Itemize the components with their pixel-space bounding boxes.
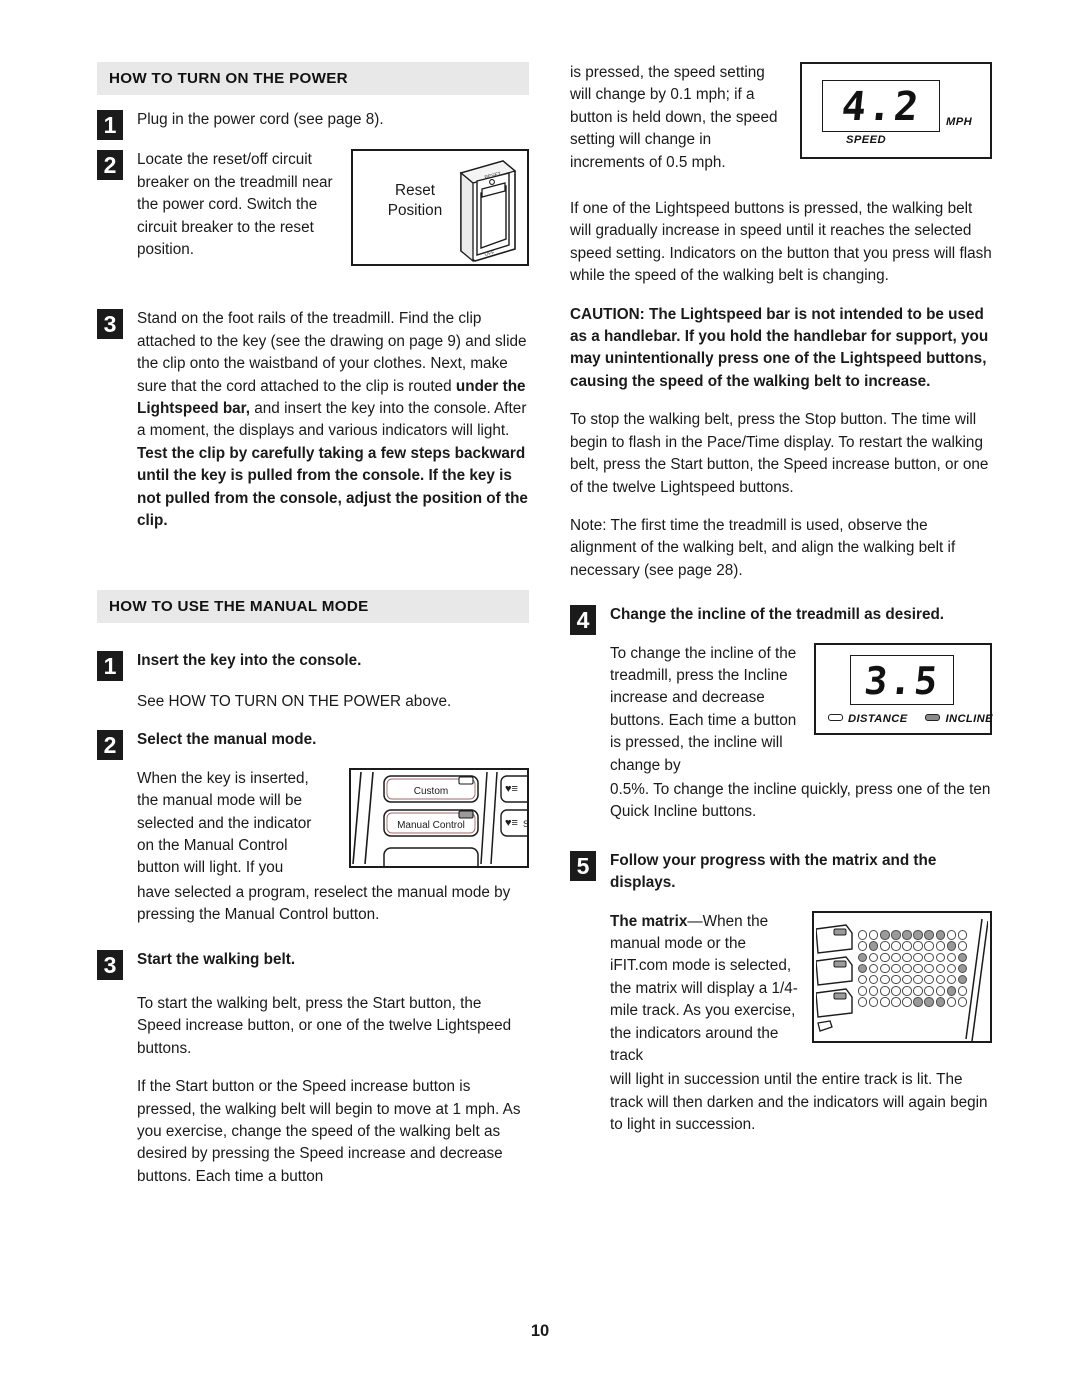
matrix-dot-unlit xyxy=(902,997,912,1007)
matrix-row xyxy=(858,994,969,1007)
section-heading-power: HOW TO TURN ON THE POWER xyxy=(97,62,529,95)
step-number-badge: 3 xyxy=(97,309,123,340)
speed-display-figure: 4.2 MPH SPEED xyxy=(800,62,992,159)
svg-text:♥≡: ♥≡ xyxy=(505,817,518,829)
matrix-row xyxy=(858,938,969,951)
step-power-1-text: Plug in the power cord (see page 8). xyxy=(137,111,384,128)
incline-value: 3.5 xyxy=(862,658,942,703)
matrix-dot-unlit xyxy=(869,997,879,1007)
console-diagram-icon: Custom Manual Control ♥≡ ♥≡ S xyxy=(352,771,527,866)
step-right-4-body-narrow: To change the incline of the treadmill, … xyxy=(610,644,797,774)
step-right-5-bold: The matrix xyxy=(610,912,688,930)
matrix-right-edge-icon xyxy=(965,918,988,1041)
step-power-1: 1 Plug in the power cord (see page 8). xyxy=(97,109,529,140)
incline-indicator-row: DISTANCE INCLINE xyxy=(828,709,993,727)
svg-text:Custom: Custom xyxy=(414,786,448,797)
left-column: HOW TO TURN ON THE POWER 1 Plug in the p… xyxy=(97,62,529,1204)
step-number-badge: 5 xyxy=(570,850,596,881)
step-manual-3-body-2: If the Start button or the Speed increas… xyxy=(137,1078,521,1185)
manual-page: HOW TO TURN ON THE POWER 1 Plug in the p… xyxy=(0,0,1080,1397)
matrix-row xyxy=(858,971,969,985)
right-para-continued: is pressed, the speed setting will chang… xyxy=(570,64,778,171)
svg-text:Manual Control: Manual Control xyxy=(397,820,465,831)
step-manual-3: 3 Start the walking belt. xyxy=(97,949,529,980)
matrix-row xyxy=(858,983,969,996)
section-heading-manual-mode: HOW TO USE THE MANUAL MODE xyxy=(97,590,529,624)
incline-display-figure: 3.5 DISTANCE INCLINE xyxy=(814,642,993,735)
incline-lcd-box: 3.5 xyxy=(850,654,954,705)
step-number-badge: 4 xyxy=(570,605,596,636)
step-number-badge: 1 xyxy=(97,651,123,682)
step-power-2-text: Locate the reset/off circuit breaker on … xyxy=(137,151,333,259)
step-right-5-narrow-text: —When the manual mode or the iFIT.com mo… xyxy=(610,912,798,1065)
speed-value: 4.2 xyxy=(839,84,923,130)
speed-lcd-box: 4.2 xyxy=(822,80,940,132)
matrix-side-buttons-icon xyxy=(816,923,853,1032)
matrix-dot-grid xyxy=(858,927,969,1007)
step-manual-1-body: See HOW TO TURN ON THE POWER above. xyxy=(137,692,452,710)
step-manual-2-body-wide: have selected a program, reselect the ma… xyxy=(137,883,511,924)
step-manual-1-title: Insert the key into the console. xyxy=(137,652,362,670)
speed-unit-label: MPH xyxy=(946,116,973,128)
step-manual-2: 2 Select the manual mode. xyxy=(97,729,529,761)
matrix-dot-unlit xyxy=(946,997,957,1007)
step-power-3: 3 Stand on the foot rails of the treadmi… xyxy=(97,308,529,532)
speed-caption-label: SPEED xyxy=(846,134,886,146)
step-right-5-title: Follow your progress with the matrix and… xyxy=(610,851,937,892)
svg-text:S: S xyxy=(523,819,527,829)
matrix-display-figure xyxy=(812,910,992,1043)
step-power-3-text: Stand on the foot rails of the treadmill… xyxy=(137,308,529,532)
step-number-badge: 2 xyxy=(97,150,123,181)
step-manual-2-body-narrow: When the key is inserted, the manual mod… xyxy=(137,769,312,877)
step-number-badge: 3 xyxy=(97,949,123,980)
matrix-dot-lit xyxy=(935,997,945,1007)
matrix-dot-lit xyxy=(924,997,934,1007)
svg-text:OFF: OFF xyxy=(484,250,495,258)
step-right-5-body-wide: will light in succession until the entir… xyxy=(610,1071,988,1134)
right-para-stop: To stop the walking belt, press the Stop… xyxy=(570,411,989,496)
step-power-3-bold2: Test the clip by carefully taking a few … xyxy=(137,444,528,530)
step-manual-3-body-1: To start the walking belt, press the Sta… xyxy=(137,994,512,1057)
caution-paragraph: CAUTION: The Lightspeed bar is not inten… xyxy=(570,305,989,390)
matrix-dot-unlit xyxy=(891,997,901,1007)
console-buttons-figure: Custom Manual Control ♥≡ ♥≡ S xyxy=(349,767,529,868)
incline-indicator-chip xyxy=(925,713,941,721)
step-right-5: 5 Follow your progress with the matrix a… xyxy=(570,850,992,895)
distance-indicator-chip xyxy=(828,713,843,721)
incline-indicator-label: INCLINE xyxy=(945,712,994,725)
right-para-note: Note: The first time the treadmill is us… xyxy=(570,516,956,579)
step-right-4: 4 Change the incline of the treadmill as… xyxy=(570,604,992,636)
step-manual-3-title: Start the walking belt. xyxy=(137,950,296,968)
step-number-badge: 2 xyxy=(97,730,123,761)
matrix-dot-unlit xyxy=(858,997,868,1007)
breaker-label-line1: Reset xyxy=(395,182,435,200)
step-right-5-body-narrow: The matrix—When the manual mode or the i… xyxy=(570,911,810,1068)
circuit-breaker-figure: Reset Position RESET OFF xyxy=(351,149,529,267)
step-power-2: 2 Reset Position RESET OFF Locate the re… xyxy=(97,149,529,272)
matrix-row xyxy=(858,949,969,962)
step-right-4-body-wide: 0.5%. To change the incline quickly, pre… xyxy=(610,780,991,821)
rocker-switch-icon: RESET OFF xyxy=(459,160,517,263)
right-column: 4.2 MPH SPEED is pressed, the speed sett… xyxy=(570,62,993,1153)
breaker-label-line2: Position xyxy=(387,201,443,219)
matrix-row xyxy=(858,927,969,940)
step-manual-1: 1 Insert the key into the console. xyxy=(97,650,529,682)
svg-text:♥≡: ♥≡ xyxy=(505,783,518,795)
page-number: 10 xyxy=(530,1322,550,1340)
step-number-badge: 1 xyxy=(97,110,123,140)
step-right-4-title: Change the incline of the treadmill as d… xyxy=(610,606,945,624)
step-manual-2-title: Select the manual mode. xyxy=(137,731,317,749)
matrix-dot-unlit xyxy=(880,997,890,1007)
right-para-lightspeed: If one of the Lightspeed buttons is pres… xyxy=(570,200,992,285)
distance-indicator-label: DISTANCE xyxy=(848,712,908,725)
matrix-row xyxy=(858,960,969,974)
matrix-dot-lit xyxy=(913,997,923,1007)
